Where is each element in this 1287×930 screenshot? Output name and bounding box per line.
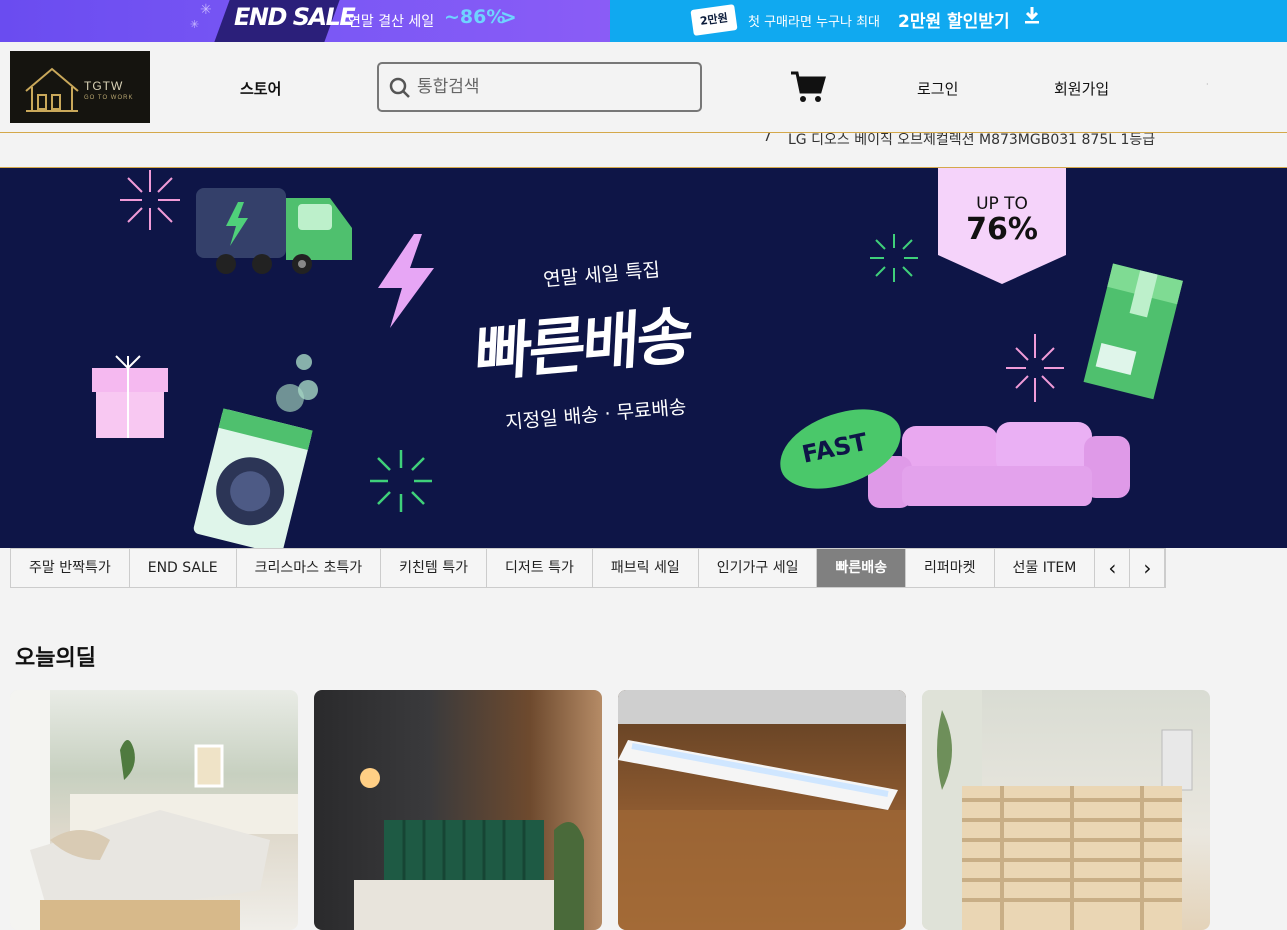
tab-dessert[interactable]: 디저트 특가 xyxy=(487,549,593,587)
truck-icon xyxy=(196,188,352,274)
product-grid xyxy=(10,690,1210,930)
site-header: TGTW GO TO WORK 스토어 로그인 회원가입 · xyxy=(0,42,1287,134)
logo[interactable]: TGTW GO TO WORK xyxy=(10,51,150,123)
upto-label: UP TO xyxy=(976,194,1028,214)
popular-ticker[interactable]: 7 LG 디오스 베이직 오브제컬렉션 M873MGB031 875L 1등급 xyxy=(0,132,1287,168)
tab-christmas[interactable]: 크리스마스 초특가 xyxy=(237,549,382,587)
tab-gift-item[interactable]: 선물 ITEM xyxy=(995,549,1096,587)
nav-store-link[interactable]: 스토어 xyxy=(240,78,281,99)
chevron-right-icon: > xyxy=(500,5,517,29)
cart-icon[interactable] xyxy=(790,70,826,104)
search-icon[interactable] xyxy=(389,77,411,99)
house-logo-icon xyxy=(25,67,79,112)
hero-banner[interactable]: 연말 세일 특집 빠른배송 지정일 배송 · 무료배송 UP TO 76% FA… xyxy=(0,168,1287,548)
tab-end-sale[interactable]: END SALE xyxy=(130,549,237,587)
promo-discount: ~86% xyxy=(444,6,506,28)
ticker-rank: 7 xyxy=(763,132,772,145)
sparkle-icon xyxy=(120,170,180,230)
discount-badge: UP TO 76% xyxy=(938,168,1066,284)
upto-value: 76% xyxy=(966,212,1038,247)
download-icon xyxy=(1024,6,1040,29)
promo-bar: ✳ ✳ ✳ END SALE 연말 결산 세일 ~86% > 2만원 첫 구매라… xyxy=(0,0,1287,42)
washing-machine-icon xyxy=(193,408,313,548)
promo-text: 첫 구매라면 누구나 최대 xyxy=(748,15,880,30)
product-image xyxy=(354,768,584,930)
banner-subtitle: 연말 세일 특집 xyxy=(542,258,661,292)
logo-brand: TGTW xyxy=(84,79,124,93)
tab-fabric[interactable]: 패브릭 세일 xyxy=(593,549,699,587)
promo-text: 연말 결산 세일 xyxy=(348,14,435,30)
banner-tagline: 지정일 배송 · 무료배송 xyxy=(504,396,688,434)
menu-dot: · xyxy=(1206,80,1209,89)
tab-refurb-market[interactable]: 리퍼마켓 xyxy=(906,549,995,587)
promo-highlight: 2만원 할인받기 xyxy=(898,12,1010,32)
ticker-item[interactable]: LG 디오스 베이직 오브제컬렉션 M873MGB031 875L 1등급 xyxy=(788,133,1155,149)
search-input[interactable] xyxy=(417,74,687,100)
coupon-tag: 2만원 xyxy=(690,4,738,36)
login-link[interactable]: 로그인 xyxy=(917,78,958,99)
tab-weekend-flash[interactable]: 주말 반짝특가 xyxy=(11,549,130,587)
gift-icon xyxy=(92,355,168,438)
product-image xyxy=(618,690,906,930)
sparkle-icon xyxy=(370,450,432,512)
chevron-right-icon[interactable]: › xyxy=(1130,549,1166,587)
section-title: 오늘의딜 xyxy=(15,646,96,671)
tab-popular-furniture[interactable]: 인기가구 세일 xyxy=(699,549,818,587)
product-image xyxy=(10,690,298,930)
category-tabs: 주말 반짝특가 END SALE 크리스마스 초특가 키친템 특가 디저트 특가… xyxy=(10,548,1167,588)
product-image xyxy=(922,690,1193,930)
sparkle-icon: ✳ xyxy=(200,2,212,18)
end-sale-badge: END SALE xyxy=(234,3,356,31)
signup-link[interactable]: 회원가입 xyxy=(1054,78,1109,99)
sparkle-icon: ✳ xyxy=(190,18,200,31)
end-sale-promo[interactable]: ✳ ✳ ✳ END SALE 연말 결산 세일 ~86% > xyxy=(0,0,610,42)
package-icon xyxy=(1083,263,1183,400)
logo-subtitle: GO TO WORK xyxy=(84,95,134,101)
tab-fast-delivery[interactable]: 빠른배송 xyxy=(817,549,906,587)
product-card[interactable] xyxy=(314,690,602,930)
product-card[interactable] xyxy=(10,690,298,930)
search-box[interactable] xyxy=(377,62,702,112)
sparkle-icon xyxy=(1006,334,1064,402)
first-purchase-promo[interactable]: 2만원 첫 구매라면 누구나 최대 2만원 할인받기 xyxy=(610,0,1287,42)
product-card[interactable] xyxy=(922,690,1210,930)
product-card[interactable] xyxy=(618,690,906,930)
chevron-left-icon[interactable]: ‹ xyxy=(1095,549,1131,587)
tab-kitchen[interactable]: 키친템 특가 xyxy=(381,549,488,587)
banner-headline: 빠른배송 xyxy=(473,298,693,391)
sparkle-icon xyxy=(870,234,918,282)
fast-label: FAST xyxy=(799,427,870,469)
lightning-icon xyxy=(378,234,434,328)
sofa-icon xyxy=(868,422,1130,508)
